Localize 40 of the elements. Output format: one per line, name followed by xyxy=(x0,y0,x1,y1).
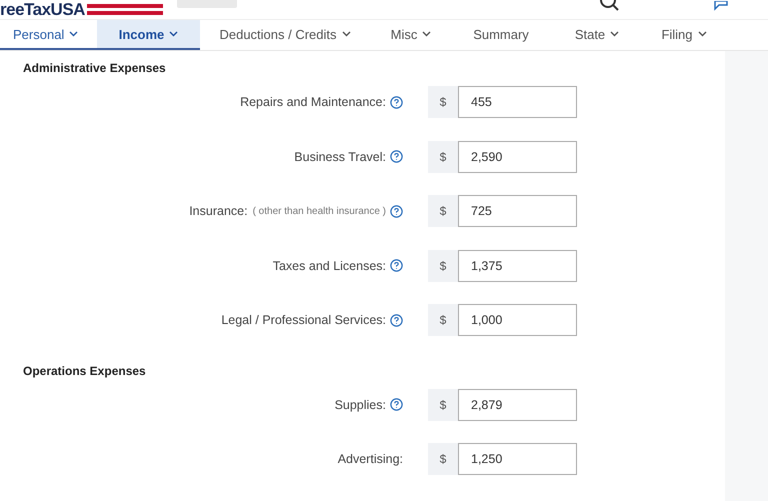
amount-field[interactable]: 725 xyxy=(458,195,577,228)
help-icon[interactable] xyxy=(390,204,403,218)
currency-addon: $ xyxy=(428,140,458,173)
help-icon[interactable] xyxy=(390,150,403,164)
nav-tab[interactable]: Filing xyxy=(644,20,724,50)
help-icon[interactable] xyxy=(390,96,403,109)
amount-field[interactable]: 1,250 xyxy=(458,443,577,476)
nav-tab[interactable]: Misc xyxy=(370,20,452,50)
help-icon[interactable] xyxy=(390,259,403,272)
field-label: Business Travel: xyxy=(294,150,386,164)
amount-field[interactable]: 1,375 xyxy=(458,250,577,282)
search-icon[interactable] xyxy=(599,0,619,12)
field-label: Advertising: xyxy=(338,452,403,466)
field-label: Legal / Professional Services: xyxy=(221,313,386,328)
currency-addon: $ xyxy=(428,250,458,282)
flag-stripes-icon xyxy=(86,4,163,16)
chat-icon[interactable] xyxy=(714,1,728,11)
logo: reeTaxUSA xyxy=(0,0,85,19)
section-heading: Operations Expenses xyxy=(22,362,147,380)
nav-tab[interactable]: Income xyxy=(97,20,200,50)
amount-field[interactable]: 2,590 xyxy=(458,140,577,173)
currency-addon: $ xyxy=(428,86,458,118)
amount-field[interactable]: 1,000 xyxy=(458,304,577,336)
field-note: ( other than health insurance ) xyxy=(252,206,386,217)
field-label: Repairs and Maintenance: xyxy=(240,95,386,110)
amount-field[interactable]: 2,879 xyxy=(458,388,577,421)
section-heading: Administrative Expenses xyxy=(22,60,167,77)
nav-tab[interactable]: State xyxy=(550,20,644,50)
currency-addon: $ xyxy=(428,304,458,336)
help-icon[interactable] xyxy=(390,314,403,327)
field-label: Supplies: xyxy=(334,398,386,412)
nav-tab[interactable]: Deductions / Credits xyxy=(200,20,370,50)
help-icon[interactable] xyxy=(390,398,403,412)
nav-tab[interactable]: Summary xyxy=(452,20,550,50)
currency-addon: $ xyxy=(428,388,458,421)
currency-addon: $ xyxy=(428,195,458,228)
field-label: Taxes and Licenses: xyxy=(272,258,386,273)
field-label: Insurance: xyxy=(189,204,248,218)
amount-field[interactable]: 455 xyxy=(458,86,577,118)
currency-addon: $ xyxy=(428,443,458,476)
